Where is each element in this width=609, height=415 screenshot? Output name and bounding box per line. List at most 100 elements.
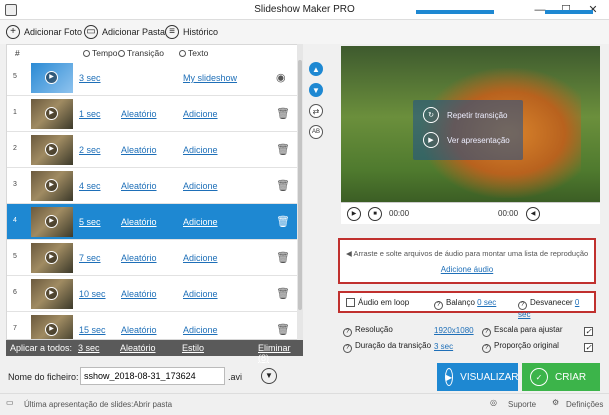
header-transition[interactable]: Transição bbox=[118, 48, 164, 58]
create-button[interactable]: ✓ CRIAR bbox=[522, 363, 600, 391]
repeat-transition-button[interactable]: ↻ Repetir transição bbox=[423, 107, 507, 123]
table-row[interactable]: 5 ▶ 7 sec Aleatório Adicione 🗑 bbox=[7, 240, 302, 276]
folder-icon[interactable]: ▭ bbox=[6, 398, 14, 407]
row-time[interactable]: 2 sec bbox=[79, 145, 101, 155]
transition-duration-value[interactable]: 3 sec bbox=[434, 342, 453, 351]
slide-thumbnail[interactable]: ▶ bbox=[31, 171, 73, 201]
row-transition[interactable]: Aleatório bbox=[121, 181, 157, 191]
scale-checkbox[interactable]: ✓ bbox=[584, 325, 596, 336]
sort-ab-icon[interactable]: AB bbox=[309, 125, 323, 139]
add-audio-link[interactable]: Adicione áudio bbox=[340, 265, 594, 274]
volume-slider[interactable] bbox=[545, 10, 593, 14]
last-slideshow-link[interactable]: Última apresentação de slides:Abrir past… bbox=[24, 400, 172, 409]
slide-thumbnail[interactable]: ▶ bbox=[31, 243, 73, 273]
table-row[interactable]: 6 ▶ 10 sec Aleatório Adicione 🗑 bbox=[7, 276, 302, 312]
chevron-down-icon[interactable]: ▼ bbox=[261, 368, 277, 384]
play-icon[interactable]: ▶ bbox=[347, 207, 361, 221]
move-up-icon[interactable]: ▲ bbox=[309, 62, 323, 76]
view-presentation-button[interactable]: ▶ Ver apresentação bbox=[423, 132, 510, 148]
resolution-value[interactable]: 1920x1080 bbox=[434, 326, 474, 335]
slide-thumbnail[interactable]: ▶ bbox=[31, 135, 73, 165]
row-transition[interactable]: Aleatório bbox=[121, 217, 157, 227]
seek-slider[interactable] bbox=[416, 10, 494, 14]
radio-transition[interactable] bbox=[118, 50, 125, 57]
apply-all-time[interactable]: 3 sec bbox=[78, 343, 100, 353]
table-row[interactable]: 1 ▶ 1 sec Aleatório Adicione 🗑 bbox=[7, 96, 302, 132]
trash-icon[interactable]: 🗑 bbox=[276, 143, 290, 156]
ratio-checkbox[interactable]: ✓ bbox=[584, 341, 596, 352]
row-text[interactable]: Adicione bbox=[183, 109, 218, 119]
table-row[interactable]: 7 ▶ 15 sec Aleatório Adicione 🗑 bbox=[7, 312, 302, 339]
row-text[interactable]: Adicione bbox=[183, 325, 218, 335]
row-text[interactable]: Adicione bbox=[183, 289, 218, 299]
support-link[interactable]: Suporte bbox=[508, 400, 536, 409]
play-icon[interactable]: ▶ bbox=[45, 323, 58, 336]
slide-thumbnail[interactable]: ▶ bbox=[31, 99, 73, 129]
gear-icon[interactable]: ⚙ bbox=[552, 398, 559, 407]
audio-drop-zone[interactable]: ◀ Arraste e solte arquivos de áudio para… bbox=[338, 238, 596, 284]
add-photo-button[interactable]: + Adicionar Foto bbox=[6, 23, 82, 41]
row-time[interactable]: 10 sec bbox=[79, 289, 106, 299]
history-button[interactable]: ≡ Histórico bbox=[165, 23, 218, 41]
slide-thumbnail[interactable]: ▶ bbox=[31, 279, 73, 309]
header-text[interactable]: Texto bbox=[179, 48, 208, 58]
trash-icon[interactable]: 🗑 bbox=[276, 251, 290, 264]
header-time[interactable]: Tempo bbox=[83, 48, 118, 58]
settings-link[interactable]: Definições bbox=[566, 400, 603, 409]
table-row-selected[interactable]: 4 ▶ 5 sec Aleatório Adicione 🗑 bbox=[7, 204, 302, 240]
apply-all-transition[interactable]: Aleatório bbox=[120, 343, 156, 353]
row-time[interactable]: 3 sec bbox=[79, 73, 101, 83]
help-icon[interactable]: ? bbox=[343, 328, 352, 337]
row-transition[interactable]: Aleatório bbox=[121, 289, 157, 299]
play-icon[interactable]: ▶ bbox=[45, 251, 58, 264]
row-text[interactable]: My slideshow bbox=[183, 73, 237, 83]
table-row[interactable]: 3 ▶ 4 sec Aleatório Adicione 🗑 bbox=[7, 168, 302, 204]
play-icon[interactable]: ▶ bbox=[45, 143, 58, 156]
help-icon[interactable]: ? bbox=[482, 328, 491, 337]
remove-all-link[interactable]: Eliminar (8) bbox=[258, 343, 303, 363]
row-text[interactable]: Adicione bbox=[183, 217, 218, 227]
play-icon[interactable]: ▶ bbox=[45, 179, 58, 192]
row-text[interactable]: Adicione bbox=[183, 253, 218, 263]
row-time[interactable]: 15 sec bbox=[79, 325, 106, 335]
row-text[interactable]: Adicione bbox=[183, 181, 218, 191]
loop-audio-checkbox[interactable]: Áudio em loop bbox=[346, 298, 409, 307]
row-time[interactable]: 5 sec bbox=[79, 217, 101, 227]
radio-text[interactable] bbox=[179, 50, 186, 57]
table-row[interactable]: 2 ▶ 2 sec Aleatório Adicione 🗑 bbox=[7, 132, 302, 168]
trash-icon[interactable]: 🗑 bbox=[276, 215, 290, 228]
help-icon[interactable]: ? bbox=[434, 301, 443, 310]
volume-icon[interactable]: ◀ bbox=[526, 207, 540, 221]
slide-thumbnail[interactable]: ▶ bbox=[31, 315, 73, 339]
help-icon[interactable]: ? bbox=[518, 301, 527, 310]
shuffle-icon[interactable]: ⇄ bbox=[309, 104, 323, 118]
apply-all-style[interactable]: Estilo bbox=[182, 343, 204, 353]
row-time[interactable]: 4 sec bbox=[79, 181, 101, 191]
eye-icon[interactable]: ◉ bbox=[276, 71, 286, 84]
row-transition[interactable]: Aleatório bbox=[121, 253, 157, 263]
radio-time[interactable] bbox=[83, 50, 90, 57]
row-transition[interactable]: Aleatório bbox=[121, 109, 157, 119]
trash-icon[interactable]: 🗑 bbox=[276, 107, 290, 120]
play-icon[interactable]: ▶ bbox=[45, 215, 58, 228]
scrollbar-thumb[interactable] bbox=[298, 60, 302, 310]
checkmark-icon[interactable]: ✓ bbox=[584, 343, 593, 352]
row-time[interactable]: 1 sec bbox=[79, 109, 101, 119]
play-icon[interactable]: ▶ bbox=[45, 107, 58, 120]
support-icon[interactable]: ◎ bbox=[490, 398, 497, 407]
move-down-icon[interactable]: ▼ bbox=[309, 83, 323, 97]
checkbox-icon[interactable] bbox=[346, 298, 355, 307]
stop-icon[interactable]: ■ bbox=[368, 207, 382, 221]
table-scrollbar[interactable] bbox=[297, 44, 303, 340]
slide-thumbnail[interactable]: ▶ bbox=[31, 63, 73, 93]
row-time[interactable]: 7 sec bbox=[79, 253, 101, 263]
filename-input[interactable] bbox=[80, 367, 225, 385]
balance-value[interactable]: 0 sec bbox=[477, 298, 496, 307]
trash-icon[interactable]: 🗑 bbox=[276, 287, 290, 300]
trash-icon[interactable]: 🗑 bbox=[276, 179, 290, 192]
slide-thumbnail[interactable]: ▶ bbox=[31, 207, 73, 237]
checkmark-icon[interactable]: ✓ bbox=[584, 327, 593, 336]
play-icon[interactable]: ▶ bbox=[45, 71, 58, 84]
table-row[interactable]: 5 ▶ 3 sec My slideshow ◉ bbox=[7, 60, 302, 96]
play-icon[interactable]: ▶ bbox=[45, 287, 58, 300]
